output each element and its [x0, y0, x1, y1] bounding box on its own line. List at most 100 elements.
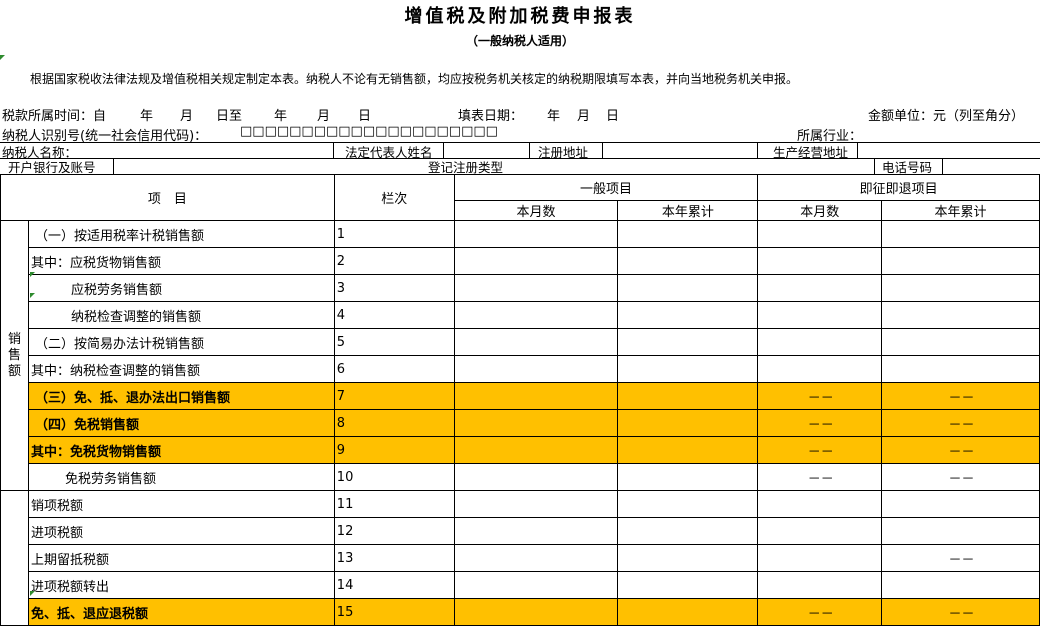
instruction-text: 根据国家税收法律法规及增值税相关规定制定本表。纳税人不论有无销售额，均应按税务机…: [30, 72, 799, 86]
row-label: 其中：应税货物销售额: [27, 247, 335, 275]
row-line: 10: [333, 463, 455, 491]
row-line: 1: [333, 220, 455, 248]
general-year-cell[interactable]: [617, 517, 759, 545]
refund-year-cell[interactable]: [881, 247, 1040, 275]
refund-year-dash: －－: [881, 544, 1040, 572]
general-month-cell[interactable]: [453, 301, 619, 329]
general-month-cell[interactable]: [453, 382, 619, 410]
divider: [757, 142, 758, 158]
refund-month-cell[interactable]: [757, 220, 883, 248]
refund-month-cell[interactable]: [757, 490, 883, 518]
general-month-cell[interactable]: [453, 463, 619, 491]
general-year-cell[interactable]: [617, 301, 759, 329]
header-general: 一般项目: [453, 174, 759, 201]
cell-marker: [30, 591, 35, 596]
general-year-cell[interactable]: [617, 382, 759, 410]
refund-year-cell[interactable]: [881, 517, 1040, 545]
row-line: 4: [333, 301, 455, 329]
row-line: 13: [333, 544, 455, 572]
fill-date-label: 填表日期：: [458, 109, 524, 124]
general-year-cell[interactable]: [617, 247, 759, 275]
general-month-cell[interactable]: [453, 598, 619, 626]
general-year-cell[interactable]: [617, 598, 759, 626]
form-title: 增值税及附加税费申报表: [404, 6, 636, 27]
row-line: 9: [333, 436, 455, 464]
general-month-cell[interactable]: [453, 220, 619, 248]
general-month-cell[interactable]: [453, 436, 619, 464]
amount-unit: 金额单位：元（列至角分）: [868, 109, 1025, 124]
general-year-cell[interactable]: [617, 328, 759, 356]
general-year-cell[interactable]: [617, 274, 759, 302]
row-label: 其中：纳税检查调整的销售额: [27, 355, 335, 383]
refund-year-cell[interactable]: [881, 220, 1040, 248]
declaration-table: 项 目 栏次 一般项目 即征即退项目 本月数 本年累计 本月数 本年累计 销售额…: [0, 174, 1040, 626]
refund-month-dash: －－: [757, 382, 883, 410]
section-sales-label: 销售额: [7, 331, 21, 379]
period-month-from: 月: [180, 109, 194, 124]
row-label: 上期留抵税额: [27, 544, 335, 572]
divider: [942, 158, 943, 174]
general-month-cell[interactable]: [453, 355, 619, 383]
general-month-cell[interactable]: [453, 409, 619, 437]
header-line: 栏次: [333, 174, 455, 221]
row-line: 14: [333, 571, 455, 599]
row-label: 应税劳务销售额: [27, 274, 335, 302]
general-year-cell[interactable]: [617, 220, 759, 248]
general-year-cell[interactable]: [617, 355, 759, 383]
row-line: 6: [333, 355, 455, 383]
general-month-cell[interactable]: [453, 247, 619, 275]
general-year-cell[interactable]: [617, 409, 759, 437]
refund-year-cell[interactable]: [881, 301, 1040, 329]
general-month-cell[interactable]: [453, 544, 619, 572]
row-line: 3: [333, 274, 455, 302]
taxpayer-id-boxes[interactable]: □□□□□□□□□□□□□□□□□□□□□: [240, 124, 498, 139]
refund-month-cell[interactable]: [757, 544, 883, 572]
divider: [529, 142, 530, 158]
refund-year-cell[interactable]: [881, 274, 1040, 302]
row-line: 12: [333, 517, 455, 545]
refund-year-dash: －－: [881, 382, 1040, 410]
row-label: （三）免、抵、退办法出口销售额: [27, 382, 335, 410]
row-label: 免税劳务销售额: [27, 463, 335, 491]
fill-date-year: 年: [547, 109, 561, 124]
general-year-cell[interactable]: [617, 463, 759, 491]
refund-year-dash: －－: [881, 409, 1040, 437]
refund-month-cell[interactable]: [757, 247, 883, 275]
general-year-cell[interactable]: [617, 544, 759, 572]
row-label: （四）免税销售额: [27, 409, 335, 437]
refund-month-cell[interactable]: [757, 328, 883, 356]
refund-month-cell[interactable]: [757, 517, 883, 545]
general-year-cell[interactable]: [617, 490, 759, 518]
refund-year-dash: －－: [881, 463, 1040, 491]
general-month-cell[interactable]: [453, 328, 619, 356]
refund-year-cell[interactable]: [881, 490, 1040, 518]
row-label: 进项税额转出: [27, 571, 335, 599]
row-label: 销项税额: [27, 490, 335, 518]
form-subtitle: （一般纳税人适用）: [465, 34, 574, 48]
general-year-cell[interactable]: [617, 436, 759, 464]
period-label: 税款所属时间：自: [2, 109, 107, 124]
cell-marker: [30, 272, 35, 277]
refund-month-cell[interactable]: [757, 355, 883, 383]
row-line: 2: [333, 247, 455, 275]
row-line: 5: [333, 328, 455, 356]
row-line: 7: [333, 382, 455, 410]
header-general-month: 本月数: [453, 200, 619, 221]
divider: [874, 158, 875, 174]
header-general-year: 本年累计: [617, 200, 759, 221]
refund-year-cell[interactable]: [881, 355, 1040, 383]
row-line: 15: [333, 598, 455, 626]
refund-month-cell[interactable]: [757, 274, 883, 302]
divider: [602, 142, 603, 158]
refund-year-cell[interactable]: [881, 328, 1040, 356]
refund-month-cell[interactable]: [757, 571, 883, 599]
general-month-cell[interactable]: [453, 517, 619, 545]
general-month-cell[interactable]: [453, 274, 619, 302]
refund-year-dash: －－: [881, 598, 1040, 626]
divider: [443, 142, 444, 158]
general-month-cell[interactable]: [453, 571, 619, 599]
refund-month-cell[interactable]: [757, 301, 883, 329]
general-year-cell[interactable]: [617, 571, 759, 599]
refund-year-cell[interactable]: [881, 571, 1040, 599]
general-month-cell[interactable]: [453, 490, 619, 518]
